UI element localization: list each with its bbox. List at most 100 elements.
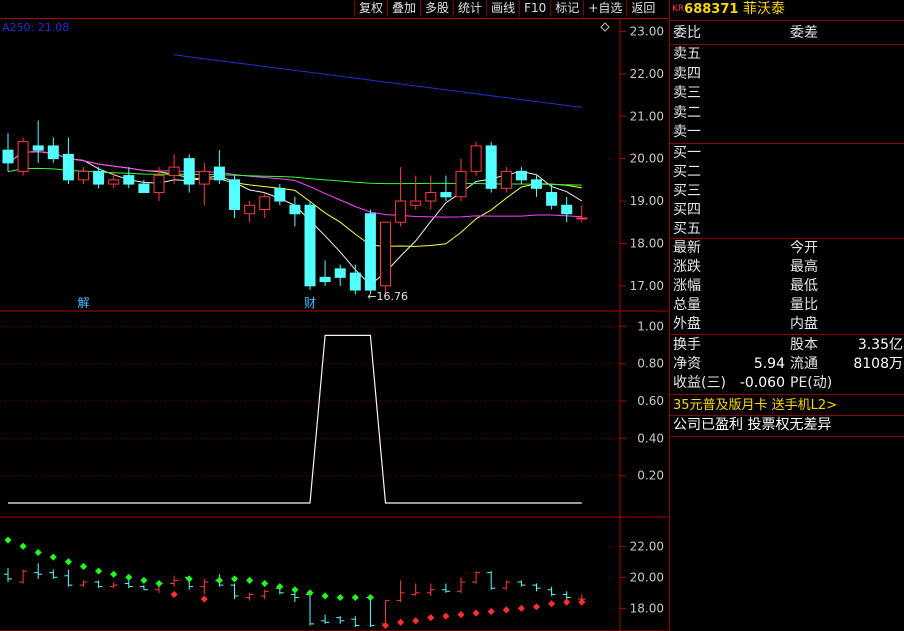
candle-body (274, 187, 286, 202)
candle-body (213, 166, 225, 181)
candle-body (32, 145, 44, 151)
promo-link[interactable]: 35元普及版月卡 送手机L2> (673, 396, 837, 415)
fund-label: 净资 (673, 356, 701, 372)
sar-dot (578, 598, 586, 606)
candle-body (485, 145, 497, 189)
candle-body (244, 204, 256, 215)
toolbar-button-8[interactable]: 返回 (626, 0, 659, 17)
stock-header[interactable]: KR688371 菲沃泰 (672, 0, 785, 19)
sar-dot (49, 553, 57, 561)
candle-body (455, 170, 467, 198)
stat-label: 最低 (790, 278, 818, 294)
candle-body (304, 204, 316, 287)
candle-body (425, 192, 437, 202)
toolbar-button-1[interactable]: 叠加 (387, 0, 420, 17)
weicha-label: 委差 (790, 25, 818, 41)
candle-body (289, 204, 301, 215)
toolbar-button-4[interactable]: 画线 (486, 0, 519, 17)
sar-dot (336, 593, 344, 602)
candle-body (561, 204, 573, 215)
sar-dot (442, 612, 450, 620)
indicator-line (8, 334, 582, 504)
buy-level-4: 买四 (673, 202, 701, 218)
diamond-icon (600, 22, 610, 32)
toolbar-button-5[interactable]: F10 (519, 0, 550, 17)
fund-label: 换手 (673, 337, 701, 353)
stock-code: 688371 (684, 2, 739, 17)
stat-label: 涨幅 (673, 278, 701, 294)
fund-value: -0.060 (739, 375, 785, 391)
sar-dot (291, 586, 299, 594)
toolbar-button-2[interactable]: 多股 (420, 0, 453, 17)
candle-body (168, 166, 180, 177)
sar-dot (110, 570, 118, 578)
candle-body (546, 192, 558, 206)
candle-body (2, 149, 14, 164)
axis-tick-label: 0.80 (637, 357, 664, 371)
stat-label: 最新 (673, 240, 701, 256)
candle-body (138, 183, 150, 194)
sar-dot (95, 567, 103, 575)
candle-body (229, 179, 240, 211)
candle-body (410, 200, 422, 206)
fund-label: PE(动) (790, 375, 833, 391)
stat-label: 今开 (790, 240, 818, 256)
axis-tick-label: 20.00 (630, 570, 664, 584)
ma250-label: A250: 21.08 (2, 21, 69, 34)
axis-tick-label: 22.00 (630, 539, 664, 553)
candle-body (380, 221, 391, 287)
stat-label: 最高 (790, 259, 818, 275)
sell-level-2: 卖二 (673, 104, 701, 121)
candle-body (576, 217, 588, 220)
sar-dot (548, 600, 556, 608)
buy-level-5: 买五 (673, 221, 701, 237)
axis-tick-label: 18.00 (630, 601, 664, 615)
stat-label: 外盘 (673, 316, 701, 332)
fund-value: 8108万 (853, 356, 903, 372)
sar-dot (457, 611, 465, 619)
toolbar-button-6[interactable]: 标记 (550, 0, 583, 17)
kline-chart[interactable]: 23.00 22.00 21.00 20.00 19.00 18.00 17.00 1.00 0… (0, 18, 668, 631)
sar-dot (472, 609, 480, 617)
low-price-label: ←16.76 (367, 290, 408, 303)
sar-dot (427, 614, 435, 622)
fund-label: 股本 (790, 337, 818, 353)
toolbar-button-0[interactable]: 复权 (354, 0, 387, 17)
weibi-label: 委比 (673, 25, 701, 41)
axis-tick-label: 0.60 (637, 394, 664, 408)
sell-level-5: 卖五 (673, 46, 701, 62)
market-tag: KR (672, 4, 685, 14)
axis-tick-label: 18.00 (630, 236, 664, 250)
candle-body (93, 170, 105, 185)
axis-tick-label: 22.00 (630, 67, 664, 81)
event-marker: 解 (78, 296, 90, 310)
toolbar-button-7[interactable]: +自选 (583, 0, 626, 17)
sar-dot (230, 575, 239, 583)
sar-dot (34, 548, 42, 557)
candle-body (259, 196, 271, 211)
axis-tick-label: 20.00 (630, 152, 664, 166)
fund-value: 5.94 (753, 356, 785, 372)
candle-body (515, 170, 527, 181)
sar-dot (4, 536, 12, 544)
sar-dot (64, 558, 72, 566)
buy-level-3: 买三 (673, 183, 701, 199)
toolbar: 复权 叠加 多股 统计 画线 F10 标记 +自选 返回 (354, 0, 659, 17)
stat-label: 涨跌 (673, 259, 701, 275)
axis-tick-label: 21.00 (630, 109, 664, 123)
axis-tick-label: 23.00 (630, 24, 664, 38)
quote-panel: KR688371 菲沃泰 委比 委差 卖五 卖四 卖三 卖二 卖一 买一 买二 买三 买四 买五… (669, 0, 904, 631)
sar-dot (397, 618, 405, 626)
sar-dot (170, 590, 178, 598)
sar-dot (246, 576, 254, 584)
axis-tick-label: 0.40 (637, 431, 664, 445)
sar-dot (502, 606, 510, 614)
sar-dot (351, 593, 359, 602)
candle-body (47, 145, 59, 160)
axis-tick-label: 0.20 (637, 469, 664, 483)
fund-label: 流通 (790, 356, 818, 372)
toolbar-button-3[interactable]: 统计 (453, 0, 486, 17)
sar-dot (19, 542, 27, 550)
sar-dot (306, 589, 314, 597)
sar-dot (276, 583, 284, 591)
